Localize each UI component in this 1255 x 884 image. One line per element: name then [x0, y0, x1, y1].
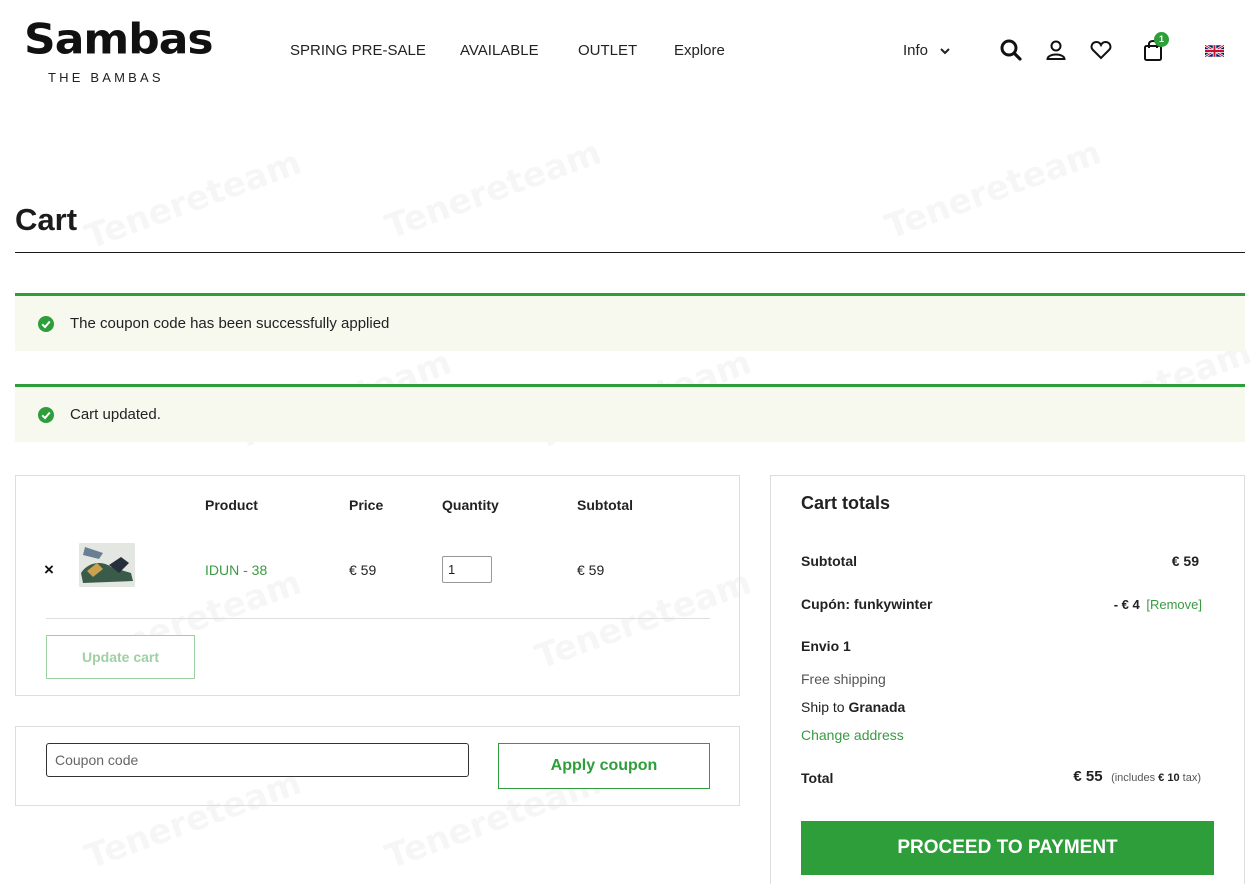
coupon-discount-amount: - € 4: [1113, 597, 1140, 612]
info-dropdown-label: Info: [903, 42, 929, 59]
shipping-label: Envio 1: [801, 638, 851, 654]
proceed-to-payment-button[interactable]: PROCEED TO PAYMENT: [801, 821, 1214, 875]
column-header-quantity: Quantity: [442, 497, 499, 513]
cart-icon[interactable]: 1: [1142, 32, 1169, 64]
notice-cart-updated: Cart updated.: [15, 384, 1245, 442]
tax-note: (includes € 10 tax): [1111, 772, 1201, 784]
watermark-text: Tenereteam: [80, 142, 307, 257]
account-icon[interactable]: [1044, 38, 1070, 64]
coupon-code-input[interactable]: [46, 743, 469, 777]
tax-suffix: tax): [1182, 772, 1201, 784]
ship-to-line: Ship to Granada: [801, 699, 905, 715]
shipping-method: Free shipping: [801, 671, 886, 687]
nav-item-outlet[interactable]: OUTLET: [578, 42, 637, 59]
apply-coupon-button[interactable]: Apply coupon: [498, 743, 710, 789]
notice-message: Cart updated.: [70, 406, 161, 423]
coupon-line-value: - € 4 [Remove]: [1114, 596, 1202, 612]
cart-totals-title: Cart totals: [801, 493, 891, 513]
subtotal-value: € 59: [1171, 553, 1199, 569]
notice-coupon-applied: The coupon code has been successfully ap…: [15, 293, 1245, 351]
cart-count-badge: 1: [1154, 32, 1169, 47]
remove-item-button[interactable]: ×: [44, 560, 54, 580]
nav-item-spring-pre-sale[interactable]: SPRING PRE-SALE: [290, 42, 426, 59]
wishlist-heart-icon[interactable]: [1089, 38, 1115, 64]
watermark-text: Tenereteam: [380, 132, 607, 247]
tax-value: € 10: [1158, 772, 1180, 784]
page-title: Cart: [15, 202, 78, 237]
check-circle-icon: [38, 407, 54, 423]
ship-to-city: Granada: [848, 699, 906, 715]
remove-coupon-link[interactable]: [Remove]: [1146, 597, 1202, 612]
quantity-input[interactable]: [442, 556, 492, 583]
product-link[interactable]: IDUN - 38: [205, 562, 267, 578]
subtotal-label: Subtotal: [801, 553, 857, 569]
coupon-discount: - € 4: [1114, 597, 1144, 612]
product-thumbnail[interactable]: [79, 543, 135, 587]
coupon-line-label: Cupón: funkywinter: [801, 596, 933, 612]
column-header-product: Product: [205, 497, 258, 513]
cart-table: Product Price Quantity Subtotal × IDUN -…: [15, 475, 740, 696]
watermark-text: Tenereteam: [880, 132, 1107, 247]
nav-item-explore[interactable]: Explore: [674, 42, 725, 59]
total-label: Total: [801, 770, 834, 786]
nav-item-available[interactable]: AVAILABLE: [460, 42, 539, 59]
logo-wordmark: Sambas: [24, 15, 214, 64]
column-header-price: Price: [349, 497, 384, 513]
notice-message: The coupon code has been successfully ap…: [70, 315, 390, 332]
info-dropdown[interactable]: Info: [903, 42, 950, 59]
uk-flag-icon[interactable]: [1204, 44, 1225, 58]
change-address-link[interactable]: Change address: [801, 727, 904, 743]
total-value-group: € 55 (includes € 10 tax): [1073, 768, 1201, 786]
row-divider: [46, 618, 710, 619]
site-header: Sambas THE BAMBAS SPRING PRE-SALE AVAILA…: [0, 0, 1255, 100]
check-circle-icon: [38, 316, 54, 332]
tax-prefix: (includes: [1111, 772, 1156, 784]
title-divider: [15, 252, 1245, 253]
ship-to-prefix: Ship to: [801, 699, 845, 715]
update-cart-button[interactable]: Update cart: [46, 635, 195, 679]
cart-totals: Cart totals Subtotal € 59 Cupón: funkywi…: [770, 475, 1245, 884]
search-icon[interactable]: [999, 38, 1025, 64]
column-header-subtotal: Subtotal: [577, 497, 633, 513]
logo-tagline: THE BAMBAS: [48, 70, 164, 85]
total-value: € 55: [1073, 768, 1103, 785]
coupon-section: Apply coupon: [15, 726, 740, 806]
brand-logo[interactable]: Sambas THE BAMBAS: [24, 14, 214, 88]
product-price: € 59: [349, 562, 377, 578]
chevron-down-icon: [940, 48, 950, 55]
product-subtotal: € 59: [577, 562, 605, 578]
